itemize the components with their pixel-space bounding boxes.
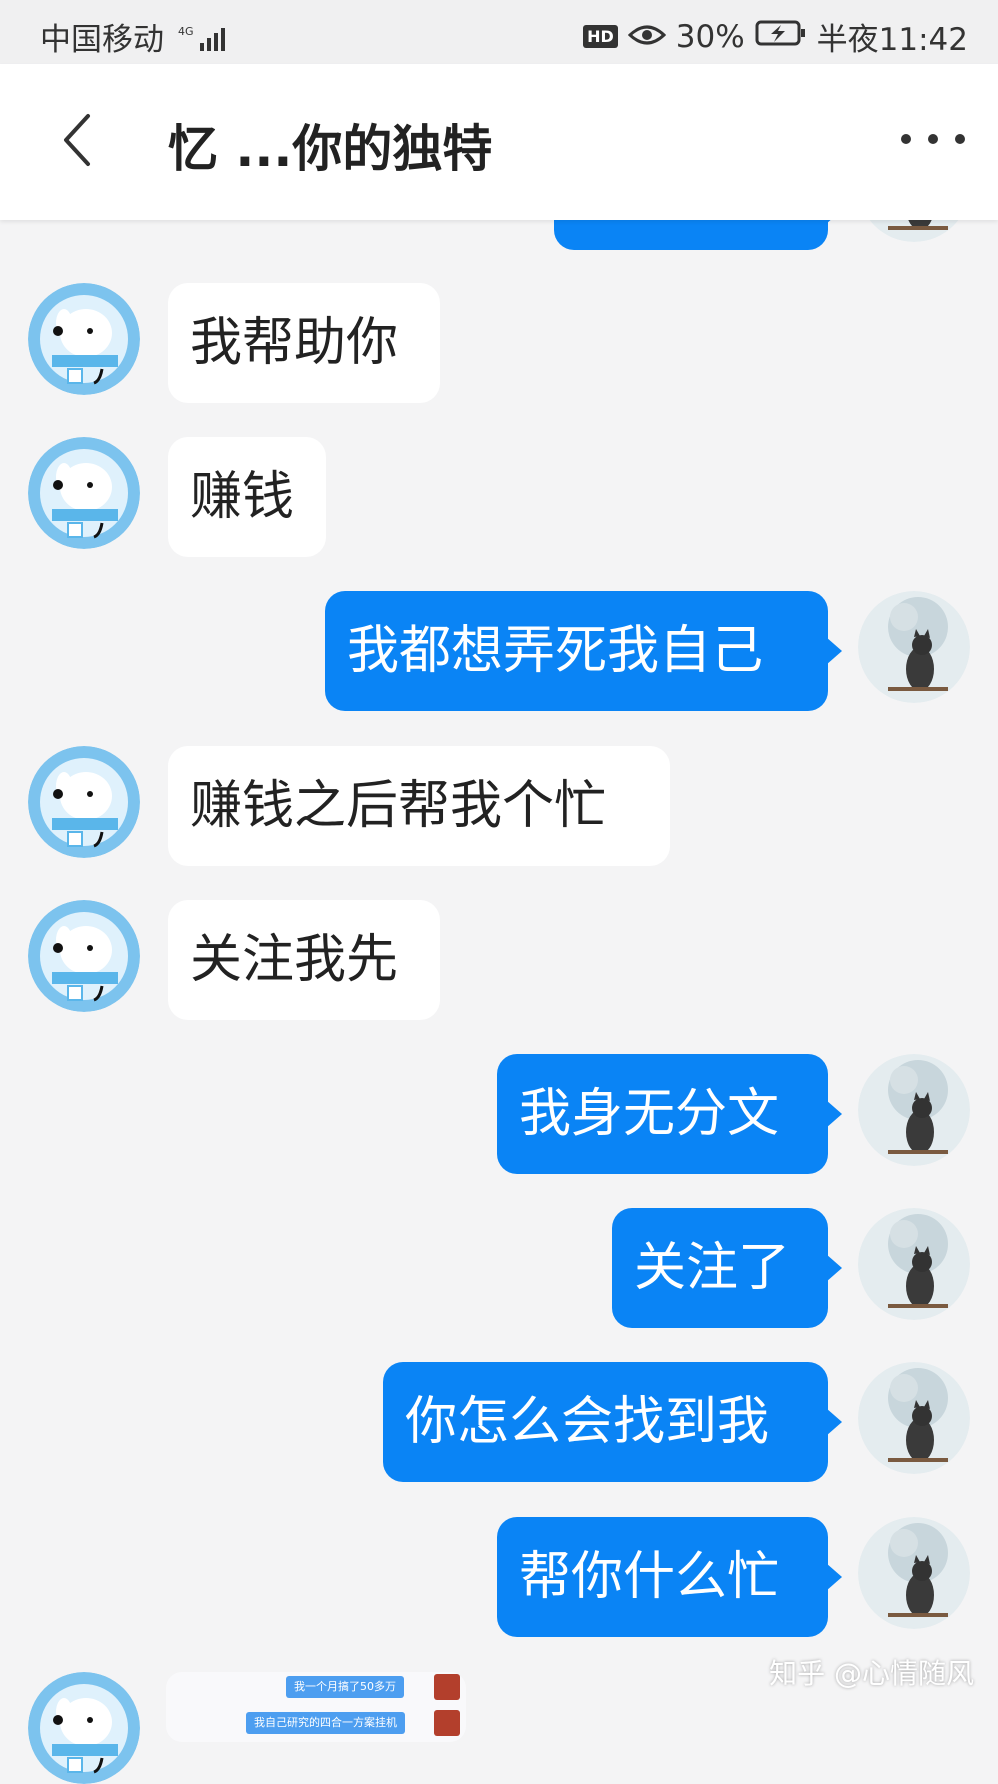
preview-line-2: 我自己研究的四合一方案挂机 bbox=[246, 1712, 405, 1734]
message-text: 关注了 bbox=[634, 1238, 791, 1298]
message-text: 我都想弄死我自己 bbox=[347, 621, 764, 681]
message-text: 赚钱 bbox=[190, 467, 295, 527]
dog-avatar-icon bbox=[28, 1672, 140, 1784]
dog-avatar-icon bbox=[28, 746, 140, 858]
status-right: HD 30% 半夜11:42 bbox=[583, 14, 968, 59]
cat-avatar-icon bbox=[858, 1054, 970, 1166]
battery-percent: 30% bbox=[675, 18, 745, 55]
my-avatar[interactable] bbox=[858, 1517, 970, 1629]
hd-badge: HD bbox=[583, 25, 618, 48]
my-avatar[interactable] bbox=[858, 1208, 970, 1320]
chat-header: 忆 ...你的独特 bbox=[0, 64, 998, 220]
battery-charging-icon bbox=[755, 19, 807, 55]
contact-avatar[interactable] bbox=[28, 900, 140, 1012]
more-options-button[interactable] bbox=[898, 124, 968, 154]
cat-avatar-icon bbox=[858, 591, 970, 703]
signal-icon: 4G bbox=[178, 23, 236, 61]
message-bubble[interactable]: 关注了 bbox=[612, 1208, 842, 1328]
cat-avatar-icon bbox=[858, 1517, 970, 1629]
my-avatar[interactable] bbox=[858, 591, 970, 703]
contact-avatar[interactable] bbox=[28, 437, 140, 549]
message-text: 关注我先 bbox=[190, 930, 399, 990]
message-bubble[interactable]: 我身无分文 bbox=[497, 1054, 842, 1174]
my-avatar[interactable] bbox=[858, 1362, 970, 1474]
preview-avatar bbox=[434, 1710, 460, 1736]
message-text: 我身无分文 bbox=[519, 1084, 780, 1144]
message-text: 我帮助你 bbox=[190, 313, 399, 373]
status-left: 中国移动 4G bbox=[40, 14, 236, 61]
carrier-name: 中国移动 bbox=[40, 22, 164, 58]
message-text: 赚钱之后帮我个忙 bbox=[190, 776, 607, 836]
more-dots-icon bbox=[901, 134, 965, 144]
chat-title: 忆 ...你的独特 bbox=[168, 120, 493, 178]
back-button[interactable] bbox=[50, 110, 110, 170]
message-text: 帮你什么忙 bbox=[519, 1547, 780, 1607]
dog-avatar-icon bbox=[28, 437, 140, 549]
cat-avatar-icon bbox=[858, 1208, 970, 1320]
dog-avatar-icon bbox=[28, 900, 140, 1012]
clock: 半夜11:42 bbox=[816, 22, 968, 58]
message-bubble[interactable]: 帮你什么忙 bbox=[497, 1517, 842, 1637]
watermark: 知乎 @心情随风 bbox=[769, 1657, 974, 1690]
contact-avatar[interactable] bbox=[28, 283, 140, 395]
message-bubble[interactable]: 我帮助你 bbox=[168, 283, 440, 403]
my-avatar[interactable] bbox=[858, 1054, 970, 1166]
eye-icon bbox=[627, 19, 666, 55]
message-bubble[interactable]: 关注我先 bbox=[168, 900, 440, 1020]
preview-line-1: 我一个月搞了50多万 bbox=[286, 1676, 404, 1698]
svg-text:4G: 4G bbox=[178, 25, 194, 38]
message-bubble[interactable]: 赚钱之后帮我个忙 bbox=[168, 746, 670, 866]
cat-avatar-icon bbox=[858, 1362, 970, 1474]
message-bubble[interactable]: 赚钱 bbox=[168, 437, 326, 557]
image-message-preview[interactable]: 我一个月搞了50多万 我自己研究的四合一方案挂机 bbox=[166, 1672, 466, 1742]
message-text: 你怎么会找到我 bbox=[405, 1392, 770, 1452]
chevron-left-icon bbox=[64, 114, 90, 166]
contact-avatar[interactable] bbox=[28, 746, 140, 858]
message-bubble[interactable]: 我都想弄死我自己 bbox=[325, 591, 842, 711]
status-bar: 中国移动 4G HD 30% 半夜11:42 bbox=[0, 0, 998, 64]
message-bubble[interactable]: 你怎么会找到我 bbox=[383, 1362, 842, 1482]
preview-avatar bbox=[434, 1674, 460, 1700]
contact-avatar[interactable] bbox=[28, 1672, 140, 1784]
dog-avatar-icon bbox=[28, 283, 140, 395]
